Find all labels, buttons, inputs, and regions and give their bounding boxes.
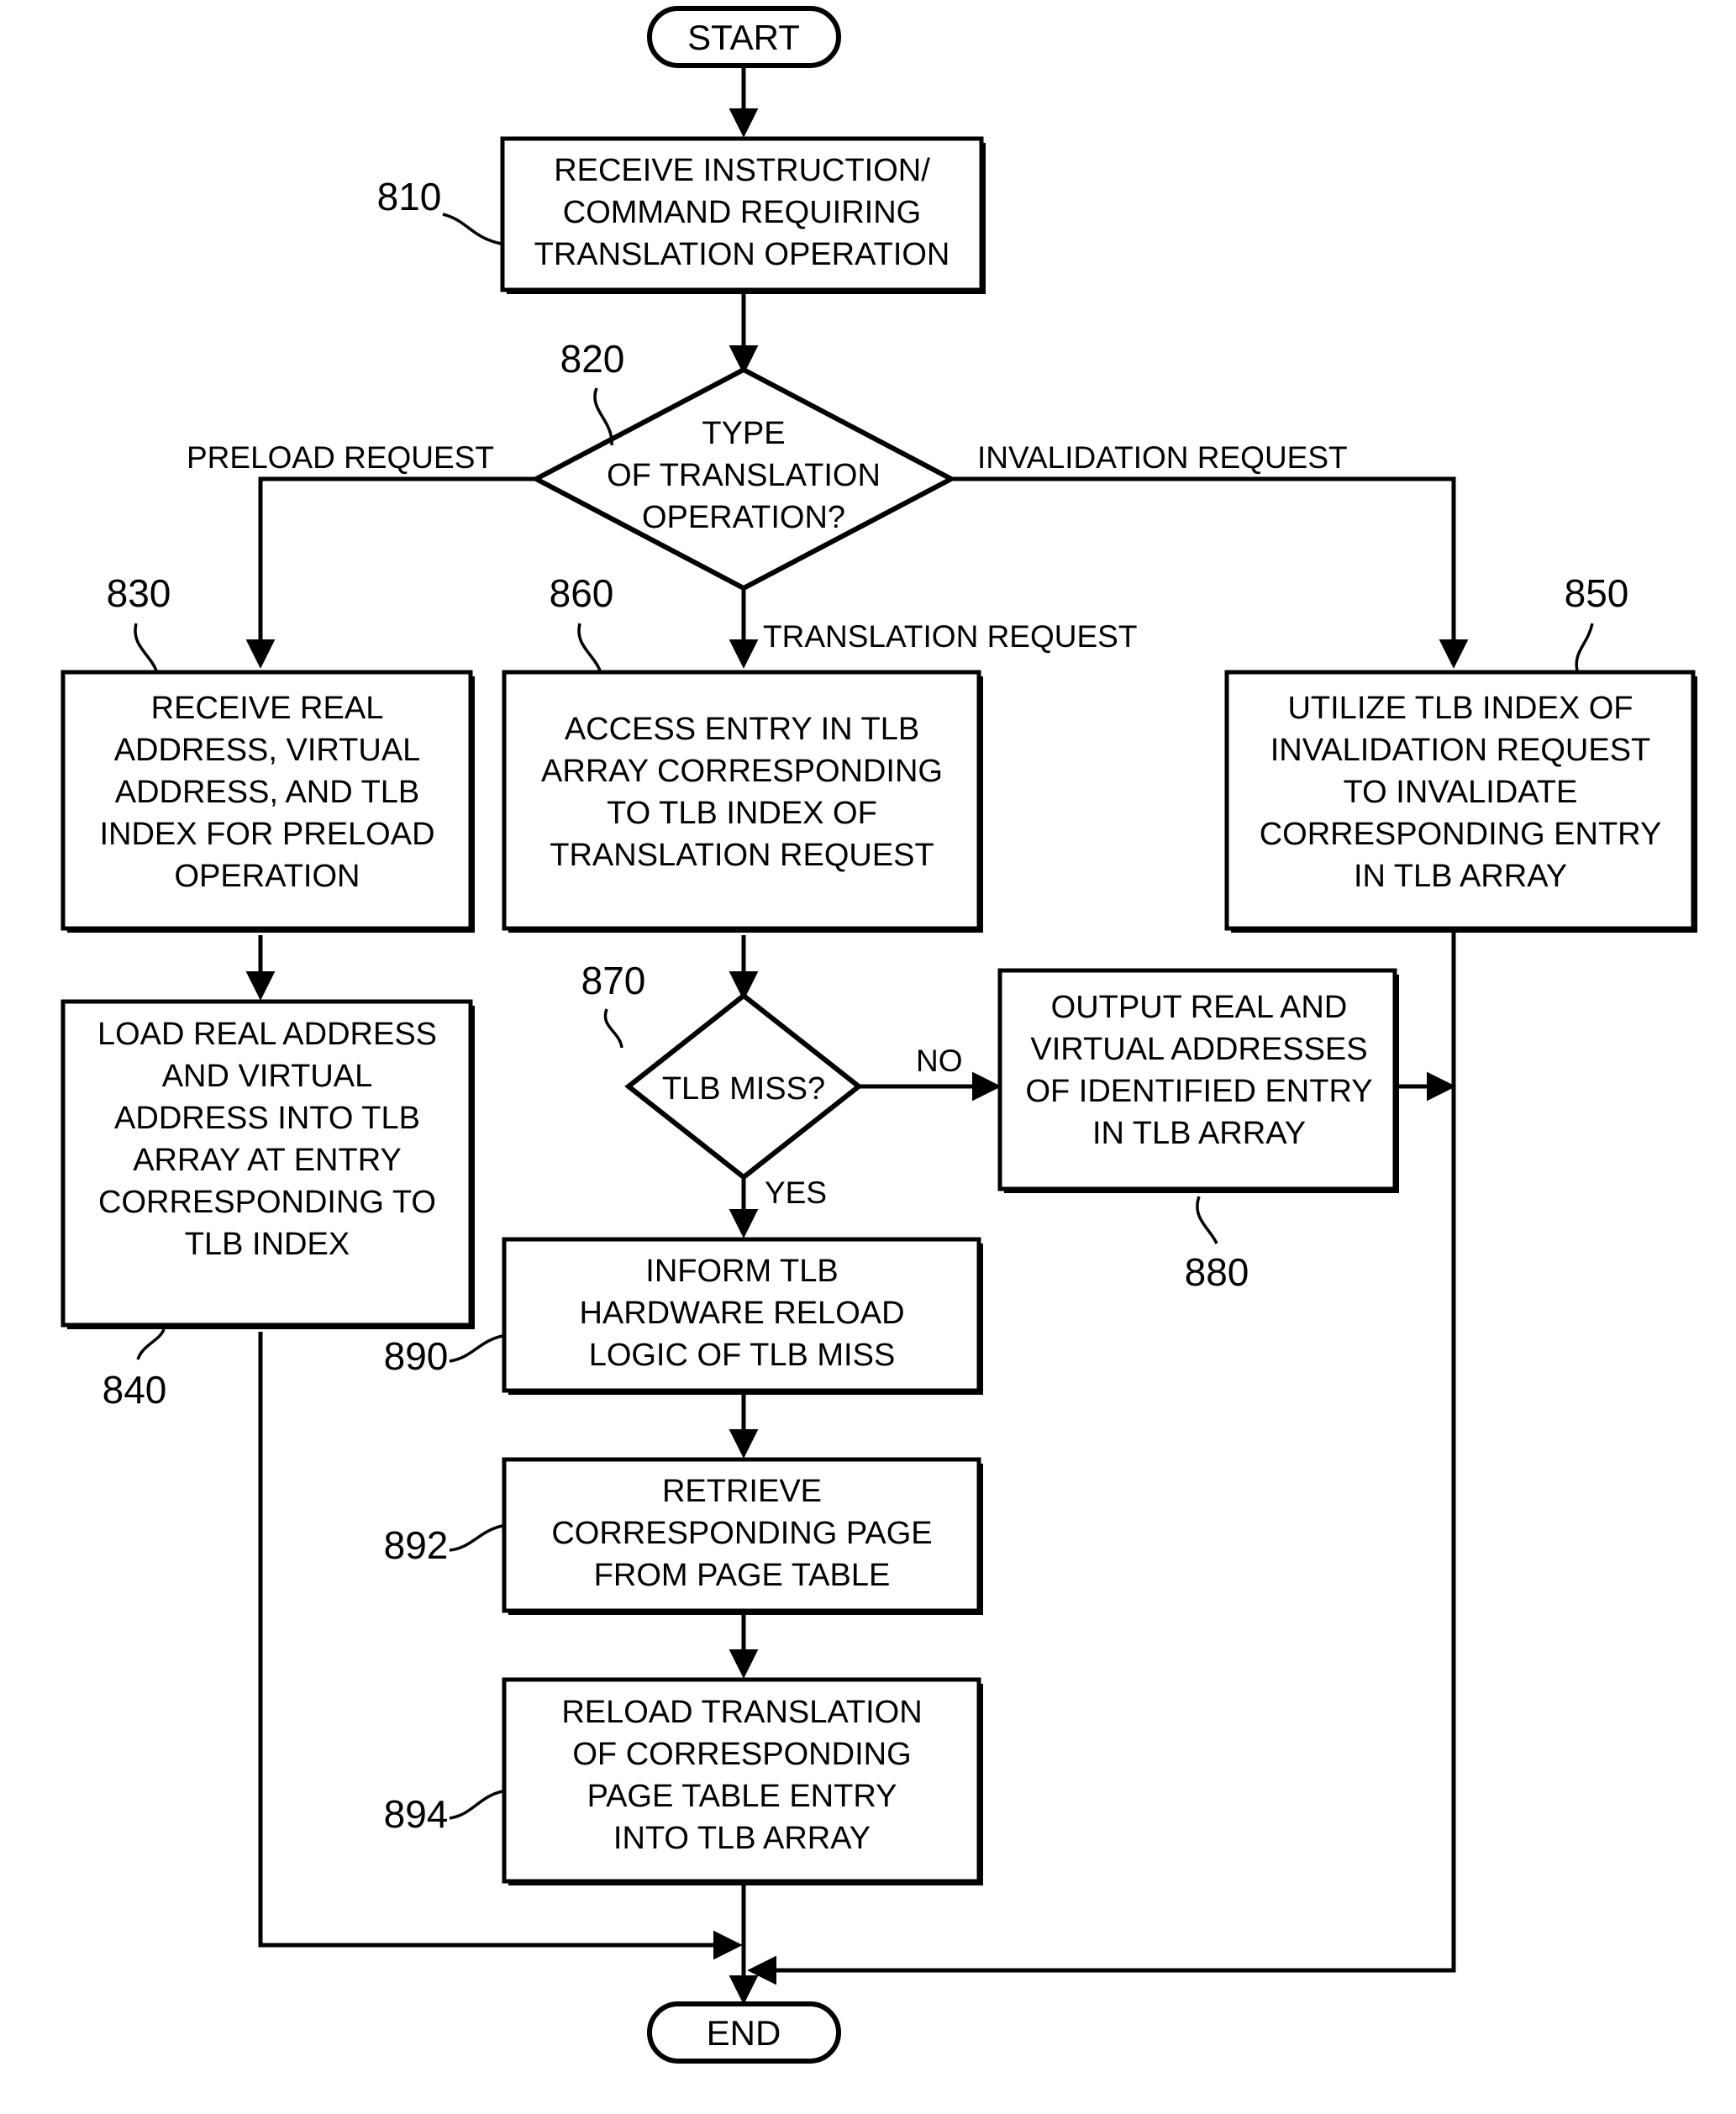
node-860-line-1: ARRAY CORRESPONDING	[541, 754, 943, 789]
node-892-line-2: FROM PAGE TABLE	[594, 1558, 891, 1593]
node-830-line-2: ADDRESS, AND TLB	[115, 775, 420, 810]
ref-894: 894	[384, 1790, 503, 1836]
flowchart-canvas: START RECEIVE INSTRUCTION/ COMMAND REQUI…	[0, 0, 1736, 2114]
terminal-start: START	[647, 6, 841, 68]
node-850-line-3: CORRESPONDING ENTRY	[1260, 817, 1662, 852]
ref-870: 870	[581, 959, 646, 1049]
ref-890: 890	[384, 1334, 503, 1378]
node-850-line-1: INVALIDATION REQUEST	[1270, 733, 1651, 768]
node-880-line-3: IN TLB ARRAY	[1092, 1116, 1306, 1151]
ref-850: 850	[1565, 571, 1629, 671]
ref-880-label: 880	[1185, 1250, 1249, 1294]
flowchart-svg: START RECEIVE INSTRUCTION/ COMMAND REQUI…	[60, 6, 1697, 2064]
edge-label-yes: YES	[765, 1175, 827, 1210]
node-810-line-0: RECEIVE INSTRUCTION/	[554, 153, 930, 188]
node-860-line-3: TRANSLATION REQUEST	[550, 838, 934, 873]
ref-810-label: 810	[377, 175, 442, 218]
node-830-line-0: RECEIVE REAL	[151, 691, 384, 726]
ref-880: 880	[1185, 1196, 1249, 1294]
node-840-line-3: ARRAY AT ENTRY	[133, 1143, 402, 1178]
node-894-line-1: OF CORRESPONDING	[572, 1737, 911, 1772]
node-810-line-2: TRANSLATION OPERATION	[534, 237, 950, 272]
node-894-line-3: INTO TLB ARRAY	[613, 1821, 871, 1856]
node-892: RETRIEVE CORRESPONDING PAGE FROM PAGE TA…	[502, 1457, 983, 1615]
node-860: ACCESS ENTRY IN TLB ARRAY CORRESPONDING …	[502, 670, 983, 933]
node-890-line-2: LOGIC OF TLB MISS	[589, 1338, 896, 1373]
node-850-line-4: IN TLB ARRAY	[1354, 859, 1567, 894]
node-840: LOAD REAL ADDRESS AND VIRTUAL ADDRESS IN…	[60, 999, 475, 1329]
ref-894-label: 894	[384, 1792, 449, 1836]
node-840-line-0: LOAD REAL ADDRESS	[97, 1017, 437, 1052]
terminal-end-label: END	[707, 2013, 781, 2053]
node-880-line-1: VIRTUAL ADDRESSES	[1030, 1032, 1367, 1067]
node-810-line-1: COMMAND REQUIRING	[563, 195, 921, 230]
edge-820-to-830	[245, 476, 538, 669]
edge-label-no: NO	[916, 1044, 963, 1078]
node-880-line-2: OF IDENTIFIED ENTRY	[1025, 1074, 1372, 1109]
node-840-line-4: CORRESPONDING TO	[98, 1185, 436, 1220]
ref-890-label: 890	[384, 1334, 449, 1378]
edge-label-translation-request: TRANSLATION REQUEST	[763, 619, 1137, 654]
terminal-end: END	[647, 2001, 841, 2064]
node-890: INFORM TLB HARDWARE RELOAD LOGIC OF TLB …	[502, 1237, 983, 1395]
ref-840: 840	[103, 1328, 167, 1412]
ref-860-label: 860	[550, 571, 614, 615]
node-830-line-3: INDEX FOR PRELOAD	[99, 817, 434, 852]
edge-label-invalidation-request: INVALIDATION REQUEST	[977, 440, 1348, 475]
node-892-line-1: CORRESPONDING PAGE	[551, 1516, 932, 1551]
node-880: OUTPUT REAL AND VIRTUAL ADDRESSES OF IDE…	[997, 968, 1399, 1193]
ref-892: 892	[384, 1523, 503, 1567]
node-892-line-0: RETRIEVE	[662, 1474, 822, 1509]
terminal-start-label: START	[687, 18, 800, 57]
ref-870-label: 870	[581, 959, 646, 1002]
ref-820-label: 820	[560, 337, 625, 381]
node-870: TLB MISS?	[624, 992, 863, 1181]
ref-850-label: 850	[1565, 571, 1629, 615]
node-840-line-2: ADDRESS INTO TLB	[114, 1101, 420, 1136]
node-850: UTILIZE TLB INDEX OF INVALIDATION REQUES…	[1224, 670, 1697, 933]
node-880-line-0: OUTPUT REAL AND	[1051, 990, 1348, 1025]
ref-830-label: 830	[107, 571, 171, 615]
ref-820: 820	[560, 337, 625, 446]
node-840-line-1: AND VIRTUAL	[162, 1059, 373, 1094]
node-820-line-1: OF TRANSLATION	[607, 458, 881, 493]
edge-label-preload-request: PRELOAD REQUEST	[187, 440, 494, 475]
ref-860: 860	[550, 571, 614, 671]
node-894: RELOAD TRANSLATION OF CORRESPONDING PAGE…	[502, 1677, 983, 1885]
node-850-line-2: TO INVALIDATE	[1344, 775, 1578, 810]
node-870-line-0: TLB MISS?	[662, 1071, 825, 1107]
node-850-line-0: UTILIZE TLB INDEX OF	[1287, 691, 1633, 726]
node-810: RECEIVE INSTRUCTION/ COMMAND REQUIRING T…	[500, 136, 986, 294]
ref-810: 810	[377, 175, 502, 245]
node-820: TYPE OF TRANSLATION OPERATION?	[530, 366, 957, 592]
node-894-line-0: RELOAD TRANSLATION	[561, 1695, 922, 1730]
node-830-line-4: OPERATION	[175, 859, 360, 894]
node-890-line-0: INFORM TLB	[645, 1254, 838, 1289]
ref-892-label: 892	[384, 1523, 449, 1567]
node-860-line-2: TO TLB INDEX OF	[607, 796, 877, 831]
node-820-line-0: TYPE	[702, 416, 785, 451]
node-860-line-0: ACCESS ENTRY IN TLB	[565, 712, 919, 747]
node-894-line-2: PAGE TABLE ENTRY	[587, 1779, 897, 1814]
node-820-line-2: OPERATION?	[642, 500, 845, 535]
node-890-line-1: HARDWARE RELOAD	[579, 1296, 904, 1331]
node-830-line-1: ADDRESS, VIRTUAL	[114, 733, 421, 768]
ref-840-label: 840	[103, 1368, 167, 1412]
ref-830: 830	[107, 571, 171, 671]
node-840-line-5: TLB INDEX	[185, 1227, 350, 1262]
node-830: RECEIVE REAL ADDRESS, VIRTUAL ADDRESS, A…	[60, 670, 475, 933]
